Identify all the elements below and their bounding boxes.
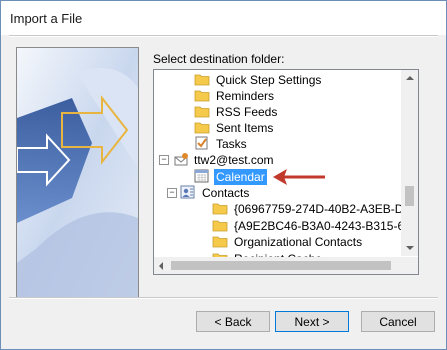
- tree-item-label: Tasks: [216, 137, 247, 151]
- tree-item-label: Reminders: [216, 89, 275, 103]
- tree-item-label: {06967759-274D-40B2-A3EB-D7F: [234, 202, 418, 216]
- import-dialog: Import a File Select destination folder:…: [0, 0, 447, 350]
- red-pointer-arrow-icon: [273, 169, 325, 185]
- tree-item-label: ttw2@test.com: [194, 153, 274, 167]
- folder-icon: [212, 201, 228, 219]
- contacts-icon: [180, 185, 196, 203]
- dialog-title: Import a File: [10, 11, 83, 26]
- back-button[interactable]: < Back: [196, 311, 270, 332]
- tree-item-label: Calendar: [214, 169, 267, 185]
- collapse-toggle-icon[interactable]: −: [167, 188, 177, 198]
- tree-item-label: Sent Items: [216, 121, 274, 135]
- folder-icon: [212, 234, 228, 252]
- vertical-scrollbar[interactable]: [401, 70, 418, 256]
- cancel-button[interactable]: Cancel: [361, 311, 435, 332]
- tree-item-label: RSS Feeds: [216, 105, 278, 119]
- scrollbar-corner: [401, 257, 418, 274]
- tree-item-label: {A9E2BC46-B3A0-4243-B315-60D: [234, 219, 419, 233]
- scroll-down-arrow-icon[interactable]: [406, 246, 414, 250]
- horizontal-scroll-thumb[interactable]: [171, 261, 391, 270]
- scroll-up-arrow-icon[interactable]: [406, 76, 414, 80]
- title-divider: [9, 35, 438, 37]
- tree-item-label: Contacts: [202, 186, 250, 200]
- title-bar: Import a File: [1, 1, 446, 35]
- button-divider: [9, 297, 438, 299]
- destination-folder-label: Select destination folder:: [153, 52, 285, 66]
- next-button[interactable]: Next >: [275, 311, 349, 332]
- vertical-scroll-thumb[interactable]: [405, 186, 414, 206]
- scroll-left-arrow-icon[interactable]: [159, 262, 163, 270]
- horizontal-scrollbar[interactable]: [154, 257, 401, 274]
- tree-item-label: Quick Step Settings: [216, 73, 322, 87]
- wizard-banner-image: [16, 47, 139, 299]
- account-icon: [172, 152, 190, 170]
- collapse-toggle-icon[interactable]: −: [159, 155, 169, 165]
- tree-item-label: Organizational Contacts: [234, 235, 363, 249]
